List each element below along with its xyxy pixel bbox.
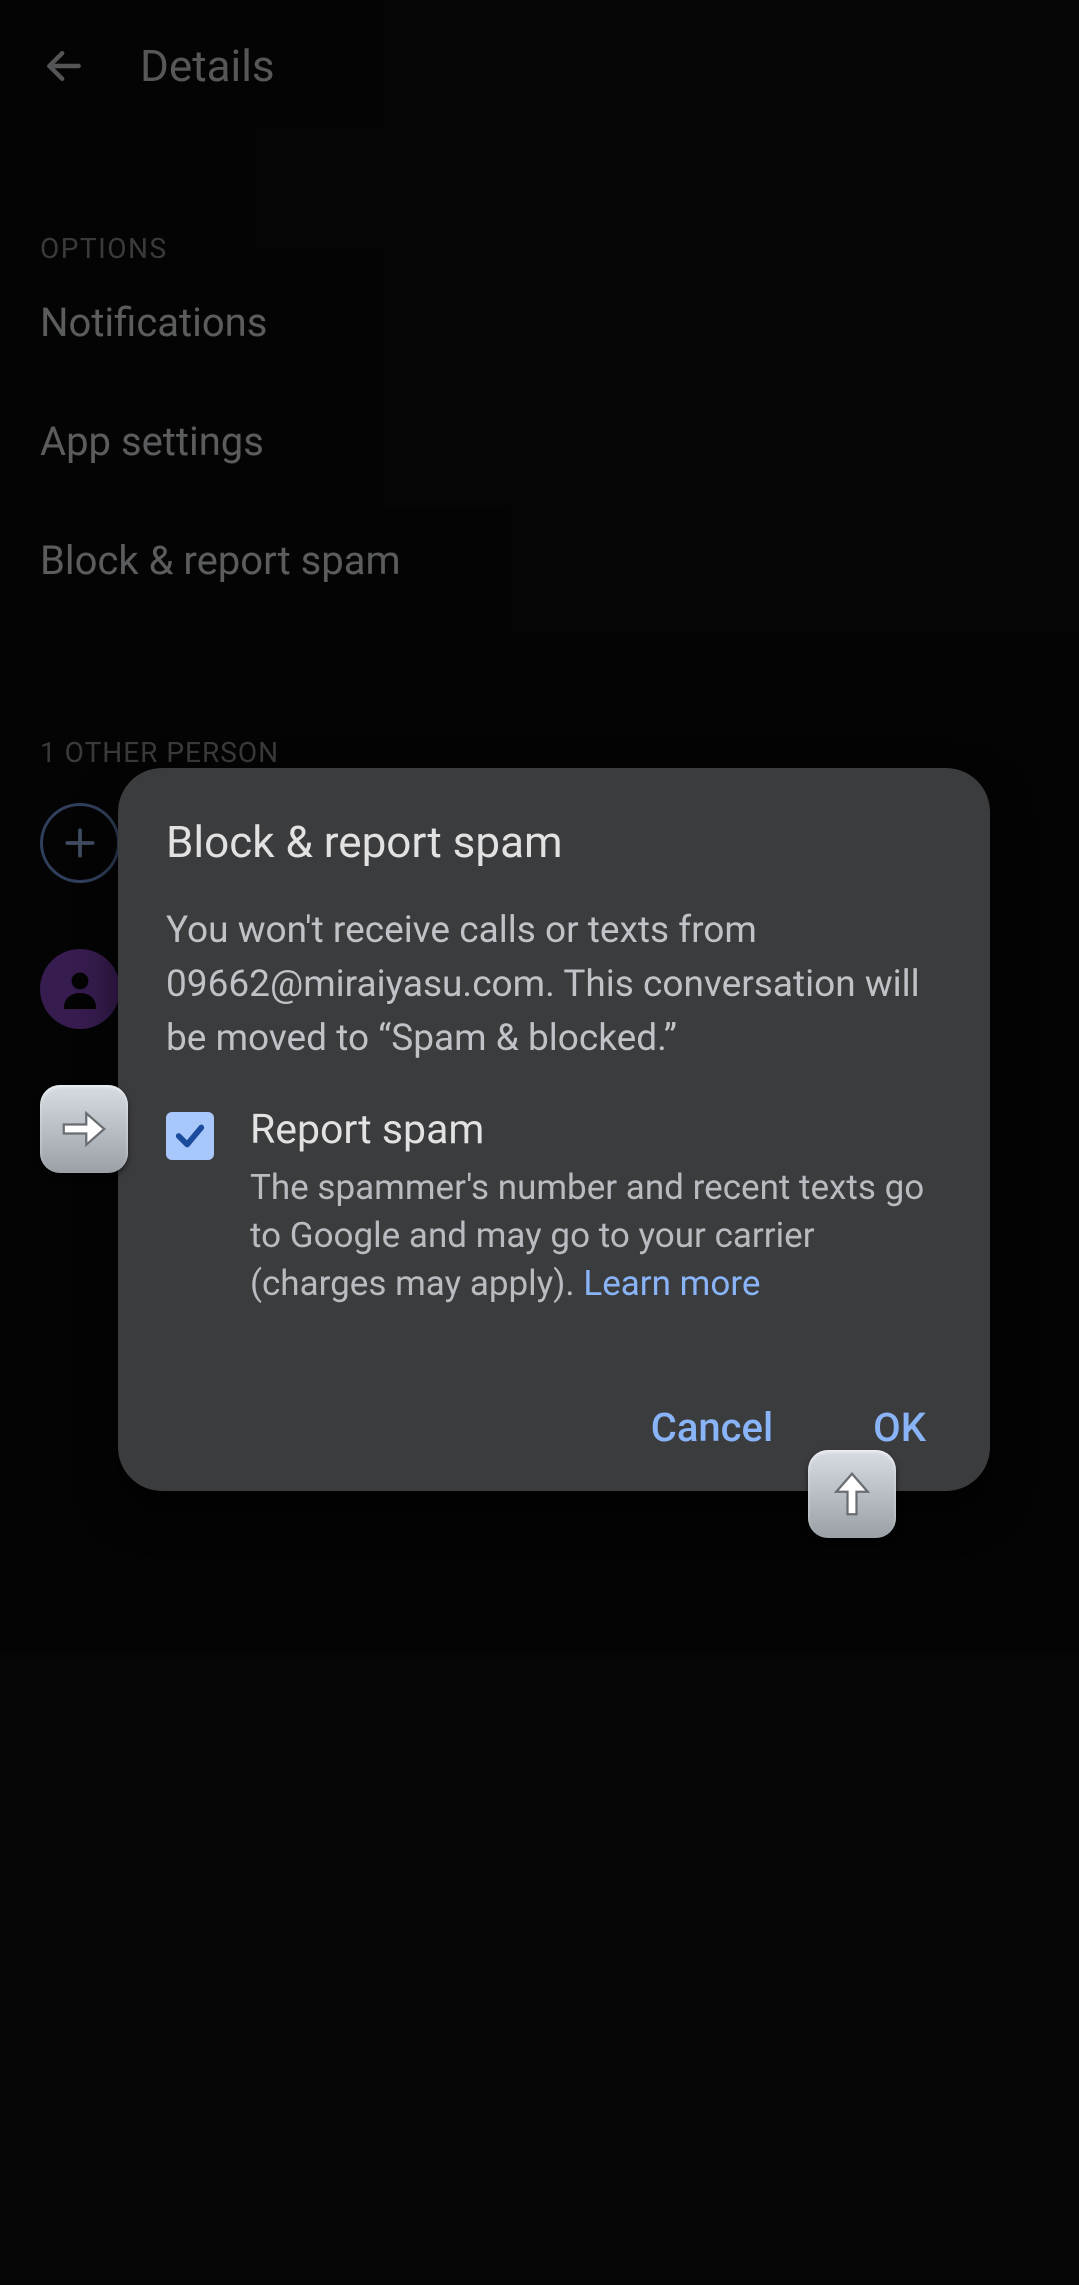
app-bar: Details [40,0,1039,132]
dialog-actions: Cancel OK [166,1404,942,1451]
dialog-title: Block & report spam [166,816,942,868]
report-spam-text: Report spam The spammer's number and rec… [250,1106,942,1308]
arrow-up-icon [825,1467,879,1521]
people-section-label: 1 OTHER PERSON [40,736,1039,769]
check-icon [173,1119,207,1153]
option-notifications[interactable]: Notifications [40,299,1039,346]
option-app-settings[interactable]: App settings [40,418,1039,465]
report-spam-row: Report spam The spammer's number and rec… [166,1106,942,1308]
report-spam-subtitle: The spammer's number and recent texts go… [250,1164,942,1308]
block-report-dialog: Block & report spam You won't receive ca… [118,768,990,1491]
ok-button[interactable]: OK [873,1404,926,1451]
report-spam-checkbox[interactable] [166,1112,214,1160]
contact-avatar[interactable] [40,949,120,1029]
plus-icon [61,824,99,862]
add-person-button[interactable] [40,803,120,883]
page-title: Details [140,40,275,92]
report-spam-title: Report spam [250,1106,942,1154]
person-icon [56,965,104,1013]
cancel-button[interactable]: Cancel [651,1404,773,1451]
learn-more-link[interactable]: Learn more [583,1263,760,1304]
dialog-body: You won't receive calls or texts from 09… [166,904,942,1066]
options-list: Notifications App settings Block & repor… [40,299,1039,584]
arrow-left-icon [42,44,86,88]
arrow-right-icon [57,1102,111,1156]
option-block-report-spam[interactable]: Block & report spam [40,537,1039,584]
options-section-label: OPTIONS [40,232,1039,265]
callout-arrow-up [808,1450,896,1538]
callout-arrow-right [40,1085,128,1173]
back-button[interactable] [40,42,88,90]
